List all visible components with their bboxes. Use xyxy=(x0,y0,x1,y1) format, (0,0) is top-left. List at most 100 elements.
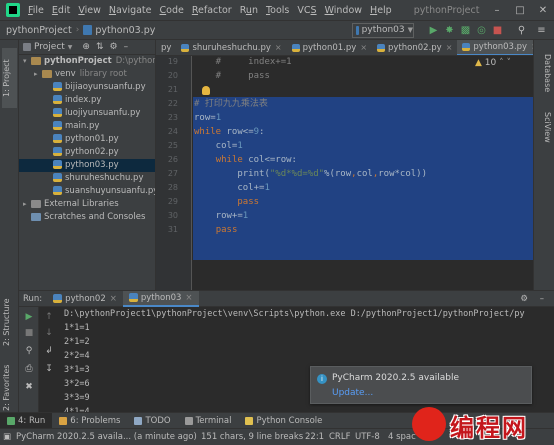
breadcrumb-file[interactable]: python03.py xyxy=(95,25,155,36)
gear-icon[interactable]: ⚙ xyxy=(520,294,528,304)
tree-item-python01-py[interactable]: python01.py xyxy=(19,133,155,146)
maximize-icon[interactable]: □ xyxy=(508,0,532,21)
status-position[interactable]: 22:1 xyxy=(305,429,324,445)
chevron-down-icon[interactable]: ˅ xyxy=(507,58,512,68)
run-icon[interactable]: ▶ xyxy=(427,24,440,37)
chevron-right-icon[interactable]: ▸ xyxy=(23,198,31,211)
status-encoding[interactable]: UTF-8 xyxy=(355,429,380,445)
search-icon[interactable]: ⚲ xyxy=(515,24,528,37)
menu-view[interactable]: View xyxy=(74,0,105,21)
minimize-icon[interactable]: – xyxy=(485,0,509,21)
status-message[interactable]: PyCharm 2020.2.5 availa... (a minute ago… xyxy=(16,429,197,445)
editor-tab-python02-py[interactable]: python02.py × xyxy=(372,40,457,55)
close-icon[interactable]: × xyxy=(275,40,282,55)
close-icon[interactable]: × xyxy=(185,290,192,306)
editor-tab-python03-py[interactable]: python03.py× xyxy=(457,40,533,55)
update-link[interactable]: Update... xyxy=(332,388,373,398)
status-icon[interactable]: ▣ xyxy=(3,429,11,445)
tool-tab-6-problems[interactable]: 6: Problems xyxy=(52,413,127,429)
close-icon[interactable]: × xyxy=(360,40,367,55)
editor-tab-shuruheshuchu-py[interactable]: shuruheshuchu.py × xyxy=(176,40,286,55)
editor-tab-py[interactable]: py xyxy=(156,40,176,55)
hide-icon[interactable]: – xyxy=(124,42,129,52)
sciview-tool-tab[interactable]: SciView xyxy=(538,112,552,158)
database-tool-tab[interactable]: Database xyxy=(538,54,552,104)
menu-refactor[interactable]: Refactor xyxy=(188,0,236,21)
menu-run[interactable]: Run xyxy=(236,0,262,21)
soft-wrap-icon[interactable]: ↲ xyxy=(43,345,55,357)
run-toolbar: ▶ ■ ⚲ ⎙ ✖ xyxy=(19,307,39,413)
project-view-select[interactable]: Project xyxy=(34,42,65,52)
tree-item-scratches-and-consoles[interactable]: Scratches and Consoles xyxy=(19,211,155,224)
tool-tab-python-console[interactable]: Python Console xyxy=(238,413,329,429)
code-editor[interactable]: 19 20 21 22 23 24 25 26 27 28 29 30 31 ▲ 10 ˄ ˅ # in… xyxy=(156,56,533,290)
editor-tab-python01-py[interactable]: python01.py × xyxy=(287,40,372,55)
arrow-up-icon[interactable]: ↑ xyxy=(43,311,55,323)
tree-item-label: bijiaoyunsuanfu.py xyxy=(65,82,146,92)
arrow-down-icon[interactable]: ↓ xyxy=(43,327,55,339)
close-icon[interactable]: ✕ xyxy=(531,0,554,21)
chevron-down-icon[interactable]: ▾ xyxy=(23,55,31,68)
trash-icon[interactable]: ✖ xyxy=(23,381,35,393)
menu-navigate[interactable]: Navigate xyxy=(105,0,156,21)
menu-window[interactable]: Window xyxy=(321,0,366,21)
coverage-icon[interactable]: ▩ xyxy=(459,24,472,37)
chevron-up-icon[interactable]: ˄ xyxy=(499,58,504,68)
tree-item-bijiaoyunsuanfu-py[interactable]: bijiaoyunsuanfu.py xyxy=(19,81,155,94)
close-icon[interactable]: × xyxy=(446,40,453,55)
locate-icon[interactable]: ⊕ xyxy=(82,42,90,52)
tree-item-suanshuyunsuanfu-py[interactable]: suanshuyunsuanfu.py xyxy=(19,185,155,198)
run-tab-python02[interactable]: python02 × xyxy=(47,291,123,307)
menu-file[interactable]: File xyxy=(24,0,48,21)
tree-item-main-py[interactable]: main.py xyxy=(19,120,155,133)
tree-item-venv[interactable]: ▸ venv library root xyxy=(19,68,155,81)
stop-icon[interactable]: ■ xyxy=(491,24,504,37)
tree-item-shuruheshuchu-py[interactable]: shuruheshuchu.py xyxy=(19,172,155,185)
favorites-tool-tab[interactable]: 2: Favorites xyxy=(2,360,17,416)
run-configuration-select[interactable]: python03 ▼ xyxy=(352,23,414,38)
close-icon[interactable]: × xyxy=(531,40,533,55)
run-tab-python03[interactable]: python03 × xyxy=(122,290,199,307)
gear-icon[interactable]: ⚙ xyxy=(110,42,118,52)
chevron-right-icon[interactable]: ▸ xyxy=(34,68,42,81)
tree-item-external-libraries[interactable]: ▸ External Libraries xyxy=(19,198,155,211)
warning-count: 10 xyxy=(484,58,497,68)
code-line: print("%d*%d=%d"%(row,col,row*col)) xyxy=(194,167,427,181)
close-icon[interactable]: × xyxy=(110,291,117,307)
tree-item-label: venv xyxy=(55,69,76,79)
settings-icon[interactable]: ≡ xyxy=(535,24,548,37)
breadcrumb-separator: › xyxy=(75,25,80,35)
menu-tools[interactable]: Tools xyxy=(262,0,293,21)
tree-item-index-py[interactable]: index.py xyxy=(19,94,155,107)
print-icon[interactable]: ⎙ xyxy=(23,363,35,375)
scroll-to-end-icon[interactable]: ↧ xyxy=(43,363,55,375)
project-tool-tab[interactable]: 1: Project xyxy=(2,48,17,108)
tool-tab-4-run[interactable]: 4: Run xyxy=(0,412,53,429)
rerun-icon[interactable]: ▶ xyxy=(23,311,35,323)
menu-code[interactable]: Code xyxy=(156,0,188,21)
pin-icon[interactable]: ⚲ xyxy=(23,345,35,357)
tree-item-luojiyunsuanfu-py[interactable]: luojiyunsuanfu.py xyxy=(19,107,155,120)
project-panel: Project ▼ ⊕ ⇅ ⚙ – ▾ pythonProject D:\pytho… xyxy=(19,40,156,290)
profile-icon[interactable]: ◎ xyxy=(475,24,488,37)
structure-tool-tab[interactable]: 2: Structure xyxy=(2,292,17,352)
menu-help[interactable]: Help xyxy=(366,0,396,21)
tree-item-pythonproject[interactable]: ▾ pythonProjectD:\pythonPr xyxy=(19,55,155,68)
menu-vcs[interactable]: VCS xyxy=(293,0,320,21)
tree-item-python03-py[interactable]: python03.py xyxy=(19,159,155,172)
status-line-separator[interactable]: CRLF xyxy=(329,429,350,445)
intention-bulb-icon[interactable] xyxy=(202,86,210,95)
line-number: 26 xyxy=(167,155,178,164)
chevron-down-icon[interactable]: ▼ xyxy=(68,44,73,51)
tree-item-python02-py[interactable]: python02.py xyxy=(19,146,155,159)
menu-edit[interactable]: Edit xyxy=(48,0,74,21)
tree-item-label: python01.py xyxy=(65,134,119,144)
collapse-all-icon[interactable]: ⇅ xyxy=(96,42,104,52)
debug-icon[interactable]: ✸ xyxy=(443,24,456,37)
tool-tab-todo[interactable]: TODO xyxy=(127,413,177,429)
breadcrumb-project[interactable]: pythonProject xyxy=(0,25,72,36)
hide-icon[interactable]: – xyxy=(540,294,544,304)
tool-tab-terminal[interactable]: Terminal xyxy=(178,413,239,429)
inspection-widget[interactable]: ▲ 10 ˄ ˅ xyxy=(475,58,511,68)
stop-icon[interactable]: ■ xyxy=(23,327,35,339)
